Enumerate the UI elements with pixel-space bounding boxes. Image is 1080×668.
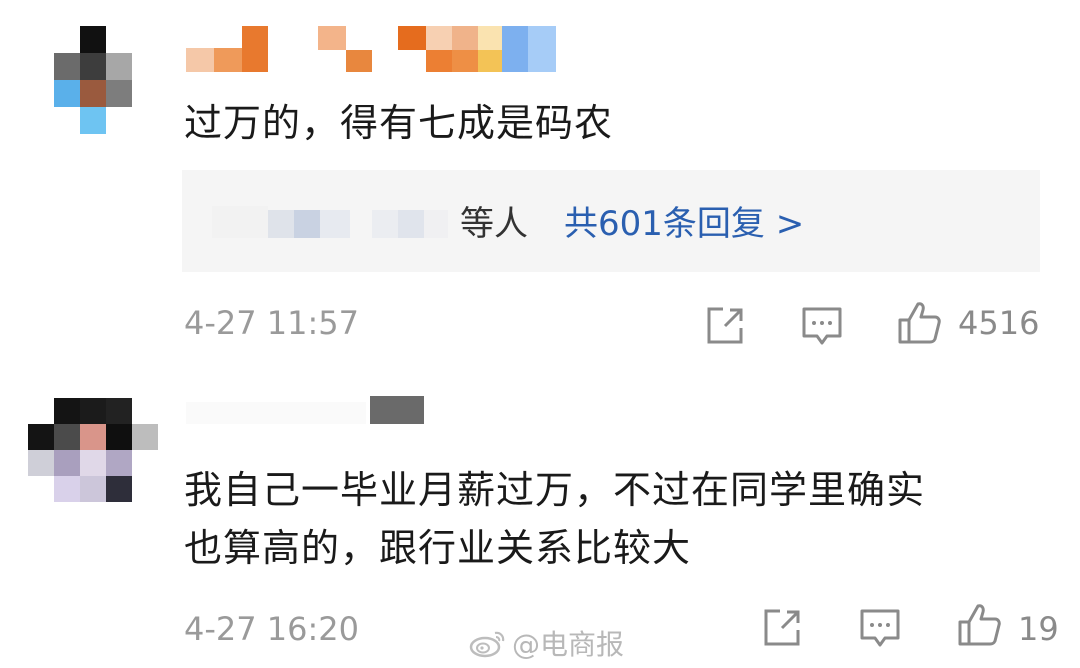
username[interactable]	[186, 396, 426, 432]
reply-usernames	[212, 202, 452, 242]
thumbs-up-icon[interactable]	[897, 300, 943, 346]
comment-icon[interactable]	[858, 606, 902, 650]
comment-item-1: 过万的，得有七成是码农 等人 共601条回复 > 4-27 11:57 4516	[0, 0, 1080, 378]
view-replies-link[interactable]: 共601条回复 >	[564, 196, 804, 245]
like-count: 4516	[958, 304, 1040, 342]
timestamp: 4-27 11:57	[184, 304, 360, 342]
like-count: 19	[1018, 610, 1059, 648]
comment-icon[interactable]	[800, 304, 844, 348]
reply-summary[interactable]: 等人 共601条回复 >	[182, 170, 1040, 272]
comment-text-line-2: 也算高的，跟行业关系比较大	[184, 526, 692, 570]
reply-suffix: 等人	[460, 204, 528, 244]
share-icon[interactable]	[703, 304, 747, 348]
timestamp: 4-27 16:20	[184, 610, 360, 648]
avatar[interactable]	[26, 398, 160, 516]
comment-text-line-1: 我自己一毕业月薪过万，不过在同学里确实	[184, 468, 926, 512]
weibo-logo-icon	[469, 631, 505, 658]
thumbs-up-icon[interactable]	[957, 602, 1003, 648]
share-icon[interactable]	[760, 606, 804, 650]
comment-text: 过万的，得有七成是码农	[184, 101, 614, 145]
watermark: @电商报	[468, 623, 624, 663]
username[interactable]	[186, 26, 566, 76]
watermark-text: @电商报	[512, 628, 625, 661]
avatar[interactable]	[52, 26, 134, 134]
